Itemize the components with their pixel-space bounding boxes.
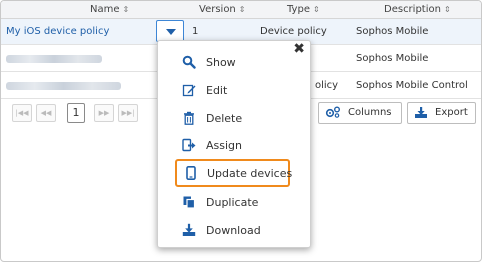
duplicate-icon (183, 196, 196, 209)
menu-item-label: Edit (206, 84, 228, 97)
menu-item-label: Delete (206, 112, 243, 125)
type-cell: Device policy (260, 26, 327, 37)
previous-page-button[interactable]: ◀◀ (36, 104, 56, 122)
export-label: Export (435, 107, 468, 118)
description-cell: Sophos Mobile Control (356, 80, 468, 91)
close-icon[interactable]: ✖ (293, 42, 305, 56)
sort-icon: ⇕ (238, 5, 246, 14)
menu-item-duplicate[interactable]: Duplicate (174, 192, 294, 212)
edit-icon (182, 84, 196, 97)
columns-label: Columns (348, 107, 392, 118)
table-header: Name ⇕ Version ⇕ Type ⇕ Description ⇕ (1, 1, 481, 19)
description-cell: Sophos Mobile (356, 53, 429, 64)
menu-item-show[interactable]: Show (174, 52, 294, 72)
sort-icon: ⇕ (122, 5, 130, 14)
first-page-button[interactable]: |◀◀ (12, 104, 32, 122)
policy-table-panel: Name ⇕ Version ⇕ Type ⇕ Description ⇕ My iOS… (0, 0, 482, 262)
menu-item-assign[interactable]: Assign (174, 135, 294, 155)
mobile-device-icon (186, 166, 196, 180)
column-header-type[interactable]: Type ⇕ (287, 4, 320, 15)
description-cell: Sophos Mobile (356, 26, 429, 37)
caret-down-icon (166, 29, 176, 35)
export-button[interactable]: Export (407, 102, 476, 124)
column-header-description[interactable]: Description ⇕ (384, 4, 451, 15)
column-header-name[interactable]: Name ⇕ (90, 4, 129, 15)
menu-item-label: Duplicate (206, 196, 259, 209)
type-cell: olicy (315, 80, 339, 91)
next-page-button[interactable]: ▶▶ (94, 104, 114, 122)
menu-item-delete[interactable]: Delete (174, 108, 294, 128)
menu-item-edit[interactable]: Edit (174, 80, 294, 100)
menu-item-update-devices[interactable]: Update devices (175, 159, 293, 187)
menu-item-label: Show (206, 56, 236, 69)
search-icon (182, 55, 196, 69)
last-page-button[interactable]: ▶▶| (118, 104, 138, 122)
column-header-version[interactable]: Version ⇕ (199, 4, 245, 15)
export-icon (415, 106, 427, 118)
gears-icon (325, 106, 340, 118)
redacted-name (6, 55, 102, 63)
redacted-name (6, 82, 121, 90)
sort-icon: ⇕ (312, 5, 320, 14)
page-number-input[interactable]: 1 (67, 103, 85, 123)
menu-item-label: Update devices (207, 167, 293, 180)
columns-button[interactable]: Columns (318, 102, 402, 124)
row-actions-menu: ✖ Show Edit Delete Assign Update devices… (157, 40, 311, 248)
menu-item-label: Download (206, 224, 261, 237)
policy-name-link[interactable]: My iOS device policy (6, 26, 109, 37)
menu-item-label: Assign (206, 139, 242, 152)
trash-icon (184, 111, 194, 125)
row-actions-dropdown-button[interactable] (156, 20, 184, 42)
download-icon (182, 223, 196, 236)
menu-item-download[interactable]: Download (174, 220, 294, 240)
assign-icon (182, 138, 196, 152)
version-cell: 1 (192, 26, 199, 37)
sort-icon: ⇕ (443, 5, 451, 14)
